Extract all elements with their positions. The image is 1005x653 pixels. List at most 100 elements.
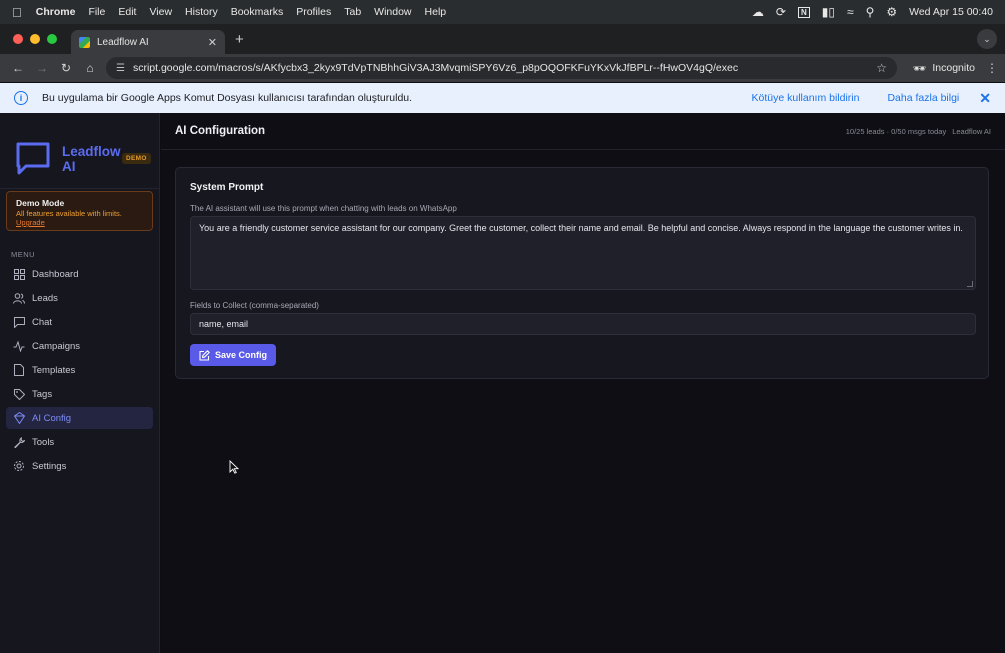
resize-handle-icon[interactable] — [967, 281, 973, 287]
info-icon: i — [14, 91, 28, 105]
apple-icon[interactable]:  — [12, 5, 22, 20]
demo-mode-subtitle: All features available with limits. — [16, 209, 122, 218]
prompt-help-text: The AI assistant will use this prompt wh… — [190, 204, 457, 213]
spotlight-search-icon[interactable]: ⚲ — [866, 5, 875, 19]
close-info-bar-icon[interactable]: ✕ — [979, 90, 991, 107]
incognito-label: Incognito — [932, 62, 975, 74]
sidebar-item-label: Templates — [32, 364, 76, 376]
sidebar-item-label: Tools — [32, 436, 55, 448]
site-info-icon[interactable]: ☰ — [116, 63, 125, 74]
app-sidebar: Leadflow AI DEMO Demo Mode All features … — [0, 113, 160, 653]
sidebar-item-dashboard[interactable]: Dashboard — [6, 263, 153, 285]
mouse-pointer-icon — [229, 460, 239, 474]
menu-view[interactable]: View — [149, 6, 172, 18]
sidebar-item-settings[interactable]: Settings — [6, 455, 153, 477]
file-icon — [13, 364, 25, 376]
sidebar-item-tags[interactable]: Tags — [6, 383, 153, 405]
demo-mode-notice: Demo Mode All features available with li… — [6, 191, 153, 231]
window-controls — [13, 34, 57, 44]
bookmark-star-icon[interactable]: ☆ — [876, 61, 887, 75]
minimize-window-button[interactable] — [30, 34, 40, 44]
chat-bubble-logo-icon — [16, 142, 50, 174]
menu-window[interactable]: Window — [374, 6, 411, 18]
wrench-icon — [13, 436, 25, 448]
sidebar-item-label: Campaigns — [32, 340, 81, 352]
save-config-button[interactable]: Save Config — [190, 344, 277, 366]
sidebar-item-label: Chat — [32, 316, 53, 328]
header-app-name: Leadflow AI — [952, 126, 991, 136]
sidebar-item-leads[interactable]: Leads — [6, 287, 153, 309]
fields-to-collect-input[interactable]: name, email — [190, 313, 976, 335]
tab-title: Leadflow AI — [97, 36, 149, 48]
menu-help[interactable]: Help — [425, 6, 447, 18]
reload-icon[interactable]: ↻ — [54, 61, 78, 75]
learn-more-link[interactable]: Daha fazla bilgi — [887, 92, 959, 104]
menu-section-label: MENU — [11, 250, 36, 259]
system-prompt-card: System Prompt The AI assistant will use … — [175, 167, 989, 379]
menu-edit[interactable]: Edit — [118, 6, 136, 18]
menu-app-name[interactable]: Chrome — [36, 6, 76, 18]
brand-header: Leadflow AI DEMO — [0, 113, 159, 189]
zoom-window-button[interactable] — [47, 34, 57, 44]
close-tab-icon[interactable]: ✕ — [208, 36, 217, 49]
menu-bookmarks[interactable]: Bookmarks — [231, 6, 284, 18]
sync-icon[interactable]: ⟳ — [776, 5, 786, 19]
menu-file[interactable]: File — [88, 6, 105, 18]
address-bar-url[interactable]: script.google.com/macros/s/AKfycbx3_2kyx… — [133, 62, 868, 74]
macos-menubar:  Chrome File Edit View History Bookmark… — [0, 0, 1005, 24]
fields-label: Fields to Collect (comma-separated) — [190, 301, 319, 310]
incognito-indicator[interactable]: 🕶 Incognito — [913, 62, 975, 75]
sidebar-item-templates[interactable]: Templates — [6, 359, 153, 381]
menu-tab[interactable]: Tab — [344, 6, 361, 18]
wifi-icon[interactable]: ≈ — [847, 5, 854, 19]
back-arrow-icon[interactable]: ← — [6, 61, 30, 75]
cloud-status-icon[interactable]: ☁ — [752, 5, 764, 19]
usage-stats: 10/25 leads · 0/50 msgs today — [845, 126, 947, 136]
page-header: AI Configuration 10/25 leads · 0/50 msgs… — [161, 113, 1005, 150]
sidebar-item-label: Dashboard — [32, 268, 79, 280]
browser-tab-strip: Leadflow AI ✕ + ⌄ — [0, 24, 1005, 54]
sidebar-item-chat[interactable]: Chat — [6, 311, 153, 333]
apps-script-info-bar: i Bu uygulama bir Google Apps Komut Dosy… — [0, 83, 1005, 113]
menubar-clock[interactable]: Wed Apr 15 00:40 — [909, 6, 993, 18]
brain-icon — [13, 412, 25, 424]
tab-search-chevron-icon[interactable]: ⌄ — [977, 29, 997, 49]
system-prompt-textarea[interactable]: You are a friendly customer service assi… — [190, 216, 976, 290]
brand-name: Leadflow AI — [62, 143, 121, 174]
save-config-label: Save Config — [215, 350, 268, 360]
close-window-button[interactable] — [13, 34, 23, 44]
control-center-icon[interactable]: ⚙ — [886, 5, 897, 19]
users-icon — [13, 292, 25, 304]
menu-profiles[interactable]: Profiles — [296, 6, 331, 18]
browser-menu-icon[interactable]: ⋮ — [985, 61, 999, 75]
info-bar-message: Bu uygulama bir Google Apps Komut Dosyas… — [42, 92, 413, 104]
demo-mode-title: Demo Mode — [16, 198, 65, 208]
browser-tab-active[interactable]: Leadflow AI ✕ — [71, 30, 225, 54]
main-content: AI Configuration 10/25 leads · 0/50 msgs… — [161, 113, 1005, 653]
menu-history[interactable]: History — [185, 6, 218, 18]
battery-icon[interactable]: ▮▯ — [822, 5, 835, 19]
tag-icon — [13, 388, 25, 400]
system-prompt-value: You are a friendly customer service assi… — [199, 223, 963, 233]
upgrade-link[interactable]: Upgrade — [16, 218, 143, 227]
incognito-icon: 🕶 — [913, 62, 927, 75]
sidebar-item-label: AI Config — [32, 412, 72, 424]
address-bar[interactable]: ☰ script.google.com/macros/s/AKfycbx3_2k… — [106, 57, 898, 79]
card-title: System Prompt — [190, 182, 264, 193]
apps-script-favicon-icon — [79, 36, 90, 48]
edit-icon — [199, 349, 210, 361]
browser-toolbar: ← → ↻ ⌂ ☰ script.google.com/macros/s/AKf… — [0, 54, 1005, 82]
sidebar-item-campaigns[interactable]: Campaigns — [6, 335, 153, 357]
grid-icon — [13, 268, 25, 280]
notion-icon[interactable]: N — [797, 6, 810, 18]
sidebar-item-ai-config[interactable]: AI Config — [6, 407, 153, 429]
sidebar-item-label: Settings — [32, 460, 67, 472]
report-abuse-link[interactable]: Kötüye kullanım bildirin — [752, 92, 860, 104]
sidebar-item-tools[interactable]: Tools — [6, 431, 153, 453]
forward-arrow-icon[interactable]: → — [30, 61, 54, 75]
activity-icon — [13, 340, 25, 352]
demo-badge: DEMO — [122, 153, 151, 164]
home-icon[interactable]: ⌂ — [78, 61, 102, 75]
sidebar-item-label: Leads — [32, 292, 58, 304]
new-tab-plus-icon[interactable]: + — [235, 31, 244, 48]
